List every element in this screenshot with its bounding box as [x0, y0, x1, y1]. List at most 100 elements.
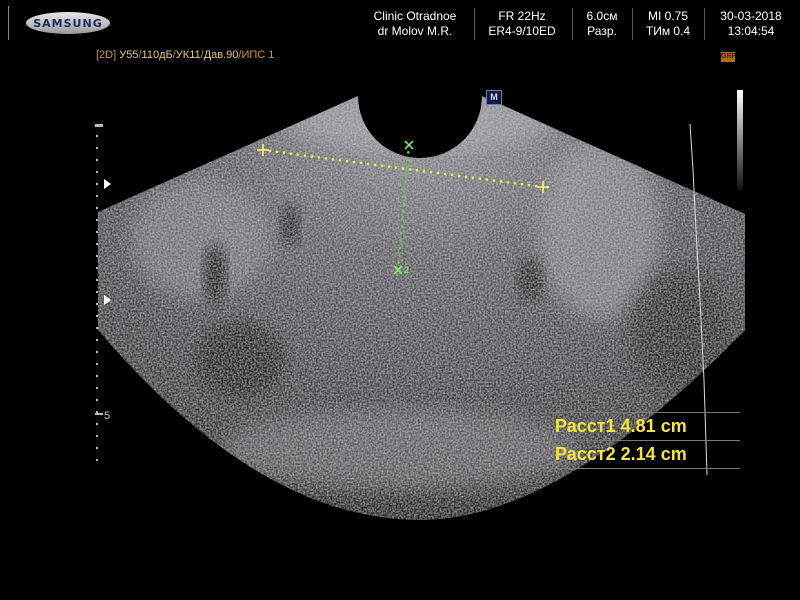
depth-scale-dot [96, 447, 98, 449]
depth-scale-5cm-mark [95, 413, 103, 415]
depth-scale-dot [96, 387, 98, 389]
caliper-dot [485, 178, 489, 181]
depth-scale-dot [96, 171, 98, 173]
caliper-dot [506, 181, 510, 184]
caliper-dot [415, 169, 419, 172]
depth-scale-dot [96, 279, 98, 281]
depth-scale-dot [96, 231, 98, 233]
depth-scale-dot [96, 243, 98, 245]
caliper-dot [403, 187, 407, 191]
caliper-dot [399, 231, 403, 235]
depth-scale-dot [96, 303, 98, 305]
caliper-dot [404, 180, 408, 184]
caliper-dot [429, 170, 433, 174]
depth-scale-dot [96, 435, 98, 437]
caliper-dot [268, 149, 272, 153]
caliper-dot [408, 168, 412, 171]
caliper-dot [407, 151, 410, 154]
caliper-dot [450, 173, 454, 177]
caliper-dot [513, 182, 517, 185]
measurement-label: Расст2 [555, 444, 616, 464]
depth-scale-dot [96, 255, 98, 257]
caliper-dot [394, 166, 398, 169]
depth-scale-dots [96, 135, 98, 461]
caliper-dot [352, 160, 356, 164]
measurement-row-2: Расст2 2.14 cm [548, 440, 740, 469]
measurement-value: 4.81 cm [620, 416, 687, 436]
depth-scale-dot [96, 339, 98, 341]
caliper-dot [310, 155, 314, 158]
depth-scale-dot [96, 399, 98, 401]
depth-scale-dot [96, 459, 98, 461]
caliper-dot [471, 176, 475, 180]
caliper-dot [436, 171, 440, 175]
caliper-dot [492, 179, 496, 182]
depth-scale-dot [96, 159, 98, 161]
depth-scale-dot [96, 363, 98, 365]
depth-scale-dot [96, 183, 98, 185]
caliper-dot [373, 163, 377, 167]
depth-scale-dot [96, 219, 98, 221]
depth-scale-top-mark [95, 124, 103, 127]
caliper-dot [282, 151, 286, 155]
depth-scale-dot [96, 315, 98, 317]
depth-scale-label: 5 [104, 410, 111, 422]
caliper-dot [275, 150, 279, 154]
caliper-dot [405, 165, 409, 169]
scan-sector [98, 96, 745, 520]
focus-marker-1 [104, 179, 111, 189]
caliper-dot [345, 159, 349, 163]
measurement-row-1: Расст1 4.81 cm [548, 412, 740, 440]
depth-scale-dot [96, 147, 98, 149]
depth-scale-dot [96, 327, 98, 329]
ultrasound-image: 2 [95, 90, 745, 520]
caliper-dot [405, 173, 408, 176]
depth-scale-dot [96, 195, 98, 197]
caliper-dot [303, 154, 307, 157]
caliper-2-label: 2 [404, 265, 409, 275]
caliper-dot [387, 165, 391, 168]
caliper-dot [478, 177, 482, 180]
caliper-dot [366, 162, 370, 166]
caliper-2-start [404, 140, 414, 150]
caliper-dot [397, 253, 401, 257]
caliper-dot [403, 195, 406, 198]
m-orientation-marker: M [486, 90, 502, 105]
depth-scale-dot [96, 135, 98, 137]
caliper-dot [457, 174, 461, 178]
caliper-dot [534, 184, 538, 188]
caliper-dot [499, 180, 503, 183]
caliper-dot [289, 152, 293, 155]
measurement-label: Расст1 [555, 416, 616, 436]
depth-scale-dot [96, 291, 98, 293]
depth-scale-dot [96, 375, 98, 377]
depth-scale-dot [96, 267, 98, 269]
caliper-dot [527, 183, 531, 187]
caliper-dot [402, 202, 406, 206]
depth-scale-dot [96, 423, 98, 425]
caliper-dot [359, 161, 363, 165]
caliper-dot [464, 175, 468, 179]
measurement-results: Расст1 4.81 cm Расст2 2.14 cm [548, 412, 740, 469]
depth-scale-dot [96, 351, 98, 353]
caliper-dot [331, 157, 335, 161]
caliper-dot [401, 217, 404, 220]
grayscale-bar [737, 90, 743, 190]
caliper-dot [317, 156, 321, 159]
caliper-dot [398, 246, 402, 250]
depth-scale-dot [96, 411, 98, 413]
caliper-dot [296, 153, 300, 156]
caliper-dot [406, 158, 410, 162]
caliper-dot [443, 172, 447, 176]
caliper-dot [422, 169, 426, 173]
caliper-dot [338, 158, 342, 162]
caliper-dot [397, 261, 400, 264]
caliper-dot [401, 209, 405, 213]
caliper-dot [520, 182, 524, 186]
caliper-dot [401, 167, 405, 170]
depth-scale-dot [96, 207, 98, 209]
measurement-value: 2.14 cm [620, 444, 687, 464]
caliper-dot [380, 164, 384, 168]
caliper-dot [324, 157, 328, 160]
caliper-dot [400, 224, 404, 228]
